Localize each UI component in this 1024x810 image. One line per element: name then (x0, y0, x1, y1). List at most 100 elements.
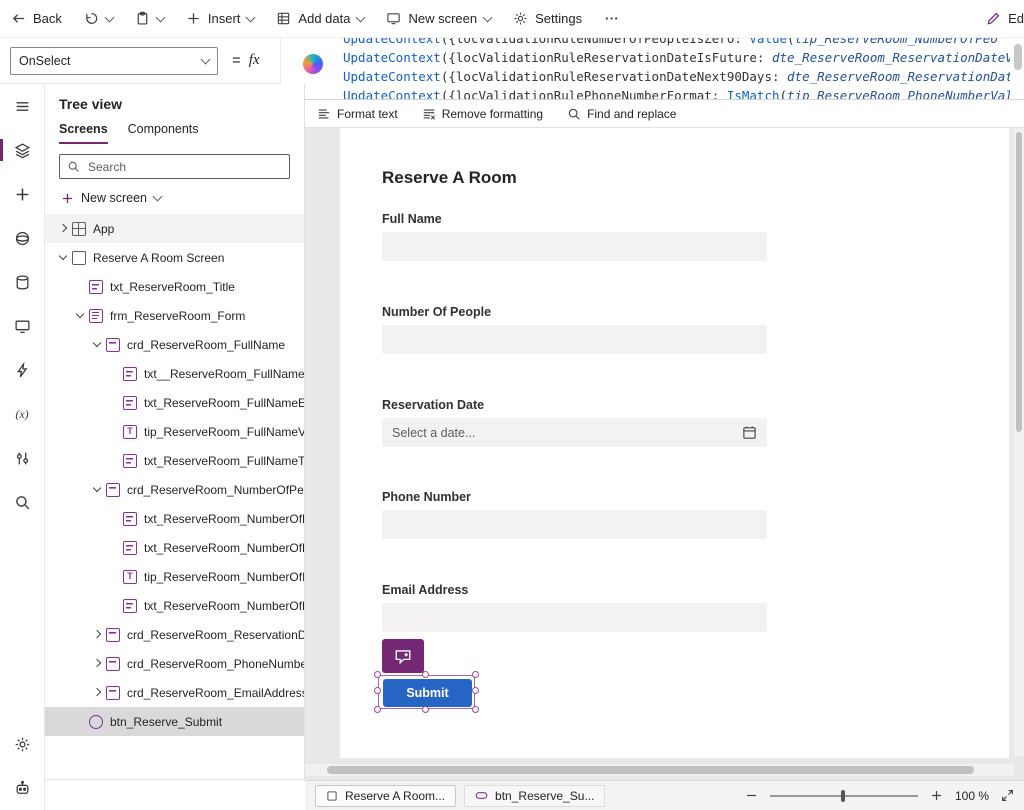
new-screen-button[interactable]: New screen (53, 186, 296, 210)
number-of-people-label[interactable]: Number Of People (382, 305, 491, 319)
tree-item-fullname-error[interactable]: txt_ReserveRoom_FullNameErrorM (45, 388, 304, 417)
tree-item-card-emailaddress[interactable]: crd_ReserveRoom_EmailAddress (45, 678, 304, 707)
formula-line[interactable]: UpdateContext({locValidationRuleReservat… (343, 67, 1010, 86)
add-data-menu[interactable]: Add data (265, 0, 375, 37)
tab-components[interactable]: Components (128, 122, 199, 144)
fit-to-window-icon[interactable] (1001, 789, 1014, 802)
zoom-slider-thumb[interactable] (841, 790, 845, 802)
chevron-right-icon[interactable] (89, 656, 105, 672)
resize-handle[interactable] (422, 706, 429, 713)
more-commands-button[interactable] (593, 0, 630, 37)
chevron-right-icon[interactable] (55, 221, 71, 237)
formula-scrollbar[interactable] (1014, 44, 1022, 94)
screens-icon[interactable] (0, 304, 44, 348)
insert-icon[interactable] (0, 172, 44, 216)
undo-button[interactable] (73, 0, 124, 37)
clipboard-dropdown-chevron-icon[interactable] (155, 12, 165, 22)
undo-dropdown-chevron-icon[interactable] (104, 12, 114, 22)
phone-number-input[interactable] (382, 510, 767, 539)
variables-icon[interactable] (0, 392, 44, 436)
formula-line[interactable]: UpdateContext({locValidationRulePhoneNum… (343, 86, 1010, 100)
format-text-button[interactable]: Format text (305, 100, 410, 127)
zoom-slider[interactable] (770, 795, 918, 797)
back-button[interactable]: Back (0, 0, 73, 37)
chevron-down-icon[interactable] (89, 337, 105, 353)
tree-item-fullname-value[interactable]: tip_ReserveRoom_FullNameValue (45, 417, 304, 446)
menu-icon[interactable] (0, 84, 44, 128)
formula-code[interactable]: UpdateContext({locValidationRuleNumberOf… (343, 38, 1010, 100)
chevron-right-icon[interactable] (89, 685, 105, 701)
tree-item-fullname-required[interactable]: txt__ReserveRoom_FullNameRequ (45, 359, 304, 388)
tree-item-app[interactable]: App (45, 214, 304, 243)
virtual-agent-icon[interactable] (0, 766, 44, 810)
tree-item-screen[interactable]: Reserve A Room Screen (45, 243, 304, 272)
tree-item-title-label[interactable]: txt_ReserveRoom_Title (45, 272, 304, 301)
search-input[interactable] (86, 159, 282, 175)
resize-handle[interactable] (422, 671, 429, 678)
formula-editor[interactable]: UpdateContext({locValidationRuleNumberOf… (280, 38, 1024, 100)
tab-screens[interactable]: Screens (59, 122, 108, 144)
comment-icon-button[interactable] (382, 639, 424, 673)
form-title[interactable]: Reserve A Room (382, 168, 517, 188)
formula-scrollbar-thumb[interactable] (1014, 44, 1022, 70)
controls-icon[interactable] (0, 436, 44, 480)
data-icon[interactable] (0, 260, 44, 304)
vertical-scrollbar[interactable] (1014, 128, 1024, 756)
zoom-value[interactable]: 100 % (955, 789, 989, 803)
number-of-people-input[interactable] (382, 325, 767, 354)
formula-line[interactable]: UpdateContext({locValidationRuleNumberOf… (343, 38, 1010, 48)
insert-menu[interactable]: Insert (175, 0, 266, 37)
tree-item-card-fullname[interactable]: crd_ReserveRoom_FullName (45, 330, 304, 359)
tree-item-card-phonenumber[interactable]: crd_ReserveRoom_PhoneNumber (45, 649, 304, 678)
remove-formatting-button[interactable]: Remove formatting (410, 100, 555, 127)
chevron-down-icon[interactable] (55, 250, 71, 266)
formula-line[interactable]: UpdateContext({locValidationRuleReservat… (343, 48, 1010, 67)
find-replace-button[interactable]: Find and replace (555, 100, 688, 127)
zoom-out-button[interactable] (745, 789, 758, 802)
resize-handle[interactable] (374, 687, 381, 694)
submit-selection[interactable]: Submit (378, 675, 475, 709)
new-screen-menu[interactable]: New screen (375, 0, 502, 37)
tree-item-fullname-title[interactable]: txt_ReserveRoom_FullNameTitle (45, 446, 304, 475)
zoom-in-button[interactable] (930, 789, 943, 802)
screen-breadcrumb[interactable]: Reserve A Room... (315, 785, 456, 807)
submit-button[interactable]: Submit (383, 679, 472, 707)
horizontal-scrollbar-thumb[interactable] (327, 766, 974, 774)
email-address-label[interactable]: Email Address (382, 583, 468, 597)
copilot-icon[interactable] (303, 54, 323, 74)
vertical-scrollbar-thumb[interactable] (1016, 132, 1022, 432)
resize-handle[interactable] (472, 687, 479, 694)
chevron-down-icon[interactable] (89, 482, 105, 498)
search-icon[interactable] (0, 480, 44, 524)
tree-item-numberofpeople-title[interactable]: txt_ReserveRoom_NumberOfPeop (45, 591, 304, 620)
horizontal-scrollbar[interactable] (305, 764, 1014, 776)
reservation-date-input[interactable]: Select a date... (382, 418, 767, 447)
full-name-input[interactable] (382, 232, 767, 261)
resize-handle[interactable] (472, 706, 479, 713)
tree-view-icon[interactable] (0, 128, 44, 172)
tree-item-numberofpeople-2[interactable]: txt_ReserveRoom_NumberOfPeop (45, 533, 304, 562)
reservation-date-label[interactable]: Reservation Date (382, 398, 484, 412)
email-address-input[interactable] (382, 603, 767, 632)
media-icon[interactable] (0, 216, 44, 260)
power-automate-icon[interactable] (0, 348, 44, 392)
chevron-right-icon[interactable] (89, 627, 105, 643)
calendar-icon[interactable] (742, 425, 757, 440)
control-breadcrumb[interactable]: btn_Reserve_Su... (464, 785, 605, 807)
phone-number-label[interactable]: Phone Number (382, 490, 471, 504)
chevron-down-icon[interactable] (72, 308, 88, 324)
tree-item-submit-button[interactable]: btn_Reserve_Submit (45, 707, 304, 736)
property-selector[interactable]: OnSelect (10, 47, 218, 75)
tree-item-numberofpeople-1[interactable]: txt_ReserveRoom_NumberOfPeop (45, 504, 304, 533)
resize-handle[interactable] (472, 671, 479, 678)
clipboard-button[interactable] (124, 0, 175, 37)
settings-button[interactable]: Settings (502, 0, 593, 37)
tree-item-card-reservationdate[interactable]: crd_ReserveRoom_ReservationDate (45, 620, 304, 649)
tree-item-card-numberofpeople[interactable]: crd_ReserveRoom_NumberOfPeople (45, 475, 304, 504)
resize-handle[interactable] (374, 706, 381, 713)
edit-button[interactable]: Ed (975, 0, 1024, 37)
tree-item-numberofpeople-value[interactable]: tip_ReserveRoom_NumberOfPeop (45, 562, 304, 591)
full-name-label[interactable]: Full Name (382, 212, 442, 226)
settings-icon[interactable] (0, 722, 44, 766)
screen-canvas[interactable]: Reserve A Room Full Name Number Of Peopl… (340, 128, 1009, 758)
